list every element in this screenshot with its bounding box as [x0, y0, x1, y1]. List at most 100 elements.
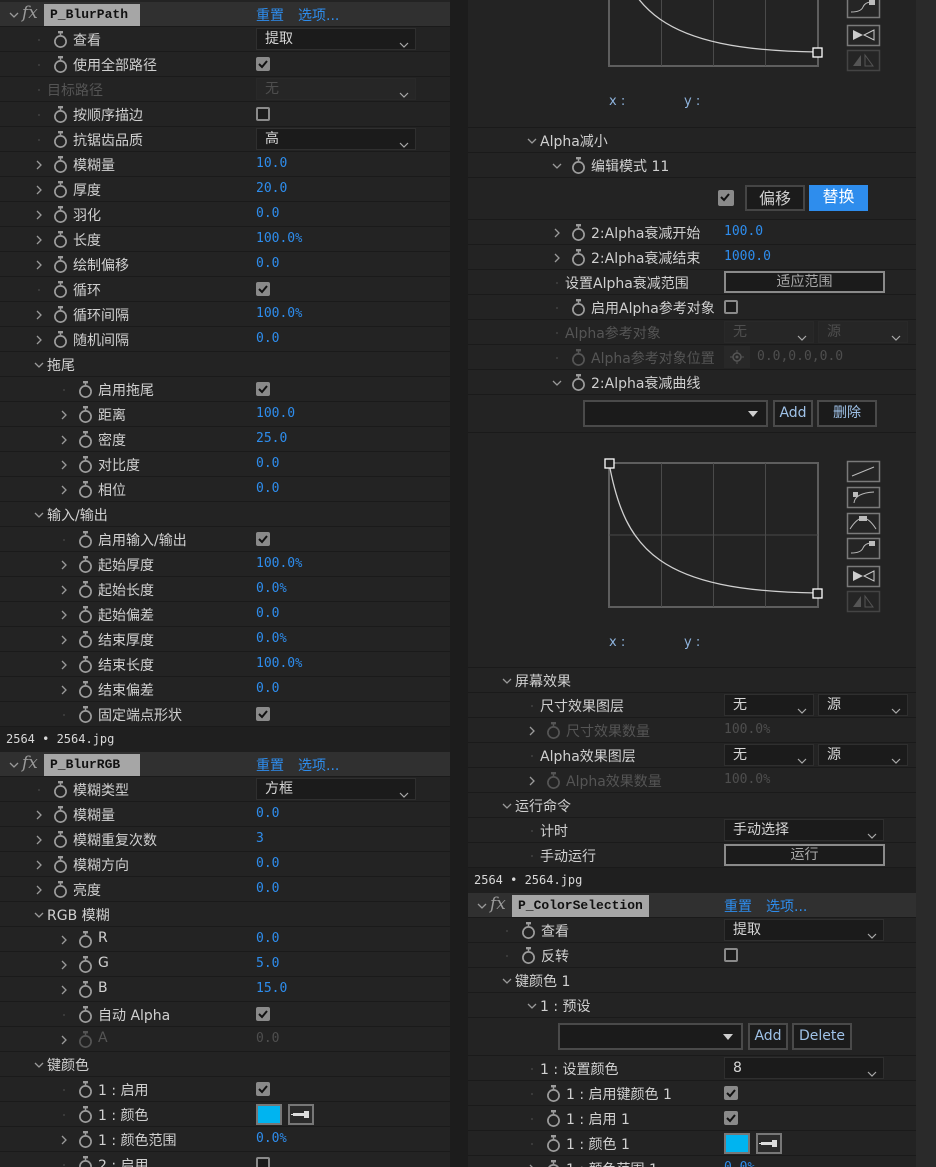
chevron-right-icon[interactable] — [58, 934, 70, 946]
add-preset-button[interactable]: Add — [773, 400, 813, 427]
property-checkbox[interactable] — [724, 1086, 738, 1100]
mirror-curve-icon[interactable] — [846, 590, 881, 613]
stopwatch-icon[interactable] — [53, 806, 68, 827]
chevron-down-icon[interactable] — [501, 800, 513, 812]
chevron-right-icon[interactable] — [33, 884, 45, 896]
property-button[interactable]: 运行 — [724, 844, 885, 866]
stopwatch-icon[interactable] — [53, 256, 68, 277]
property-checkbox[interactable] — [724, 1111, 738, 1125]
chevron-right-icon[interactable] — [33, 159, 45, 171]
stopwatch-icon[interactable] — [546, 1160, 561, 1167]
collapse-chevron-icon[interactable] — [8, 759, 20, 771]
stopwatch-icon[interactable] — [78, 531, 93, 552]
chevron-right-icon[interactable] — [33, 309, 45, 321]
preset-dropdown[interactable] — [583, 400, 768, 427]
property-value[interactable]: 15.0 — [256, 981, 287, 996]
edit-mode-checkbox[interactable] — [718, 190, 734, 206]
chevron-right-icon[interactable] — [33, 859, 45, 871]
options-link[interactable]: 选项... — [766, 896, 807, 916]
stopwatch-icon[interactable] — [78, 956, 93, 977]
property-value[interactable]: 0.0 — [256, 456, 279, 471]
offset-button[interactable]: 偏移 — [745, 185, 805, 211]
chevron-right-icon[interactable] — [526, 1163, 538, 1167]
property-value[interactable]: 100.0 — [724, 224, 763, 239]
collapse-chevron-icon[interactable] — [8, 9, 20, 21]
chevron-right-icon[interactable] — [526, 775, 538, 787]
layer-dropdown[interactable]: 无 — [724, 744, 814, 766]
property-dropdown[interactable]: 手动选择 — [724, 819, 884, 841]
property-dropdown[interactable]: 高 — [256, 128, 416, 150]
stopwatch-icon[interactable] — [78, 681, 93, 702]
stopwatch-icon[interactable] — [546, 1085, 561, 1106]
chevron-right-icon[interactable] — [551, 252, 563, 264]
curve-node[interactable] — [812, 588, 823, 599]
property-value[interactable]: 0.0 — [256, 606, 279, 621]
property-value[interactable]: 0.0% — [256, 1131, 287, 1146]
stopwatch-icon[interactable] — [53, 181, 68, 202]
property-checkbox[interactable] — [256, 1007, 270, 1021]
property-value[interactable]: 100.0% — [256, 231, 302, 246]
property-value[interactable]: 5.0 — [256, 956, 279, 971]
property-value[interactable]: 0.0 — [256, 481, 279, 496]
chevron-right-icon[interactable] — [58, 559, 70, 571]
property-value[interactable]: 0.0 — [256, 256, 279, 271]
stopwatch-icon[interactable] — [78, 431, 93, 452]
stopwatch-icon[interactable] — [78, 381, 93, 402]
chevron-right-icon[interactable] — [58, 684, 70, 696]
chevron-right-icon[interactable] — [58, 659, 70, 671]
s-curve-icon[interactable] — [846, 0, 881, 19]
chevron-right-icon[interactable] — [58, 609, 70, 621]
chevron-down-icon[interactable] — [501, 675, 513, 687]
property-checkbox[interactable] — [256, 107, 270, 121]
property-dropdown[interactable]: 提取 — [256, 28, 416, 50]
scrollbar[interactable] — [916, 0, 936, 1167]
property-checkbox[interactable] — [256, 282, 270, 296]
stopwatch-icon[interactable] — [78, 456, 93, 477]
eyedropper-icon[interactable] — [288, 1104, 314, 1125]
stopwatch-icon[interactable] — [78, 581, 93, 602]
chevron-right-icon[interactable] — [33, 259, 45, 271]
chevron-right-icon[interactable] — [58, 584, 70, 596]
property-value[interactable]: 100.0 — [256, 406, 295, 421]
stopwatch-icon[interactable] — [78, 556, 93, 577]
stopwatch-icon[interactable] — [571, 224, 586, 245]
color-swatch[interactable] — [256, 1104, 282, 1125]
property-checkbox[interactable] — [256, 707, 270, 721]
stopwatch-icon[interactable] — [53, 781, 68, 802]
ease-out-curve-icon[interactable] — [846, 486, 881, 509]
stopwatch-icon[interactable] — [571, 374, 586, 395]
property-value[interactable]: 100.0% — [256, 306, 302, 321]
curve-graph[interactable] — [468, 433, 916, 668]
property-checkbox[interactable] — [256, 1157, 270, 1167]
property-dropdown[interactable]: 8 — [724, 1057, 884, 1079]
stopwatch-icon[interactable] — [571, 249, 586, 270]
chevron-down-icon[interactable] — [33, 1059, 45, 1071]
stopwatch-icon[interactable] — [78, 1081, 93, 1102]
chevron-right-icon[interactable] — [58, 634, 70, 646]
property-value[interactable]: 20.0 — [256, 181, 287, 196]
reset-link[interactable]: 重置 — [256, 755, 284, 775]
collapse-chevron-icon[interactable] — [476, 900, 488, 912]
stopwatch-icon[interactable] — [546, 1110, 561, 1131]
chevron-right-icon[interactable] — [33, 209, 45, 221]
stopwatch-icon[interactable] — [53, 106, 68, 127]
chevron-right-icon[interactable] — [58, 409, 70, 421]
stopwatch-icon[interactable] — [78, 931, 93, 952]
stopwatch-icon[interactable] — [53, 306, 68, 327]
chevron-down-icon[interactable] — [551, 160, 563, 172]
add-preset-button[interactable]: Add — [748, 1023, 788, 1050]
property-value[interactable]: 100.0% — [256, 556, 302, 571]
chevron-down-icon[interactable] — [551, 377, 563, 389]
stopwatch-icon[interactable] — [571, 157, 586, 178]
property-checkbox[interactable] — [256, 57, 270, 71]
property-checkbox[interactable] — [724, 948, 738, 962]
curve-node[interactable] — [604, 458, 615, 469]
stopwatch-icon[interactable] — [53, 881, 68, 902]
chevron-right-icon[interactable] — [33, 234, 45, 246]
stopwatch-icon[interactable] — [53, 206, 68, 227]
color-swatch[interactable] — [724, 1133, 750, 1154]
property-value[interactable]: 1000.0 — [724, 249, 771, 264]
property-value[interactable]: 0.0 — [256, 681, 279, 696]
chevron-right-icon[interactable] — [33, 334, 45, 346]
property-checkbox[interactable] — [724, 300, 738, 314]
